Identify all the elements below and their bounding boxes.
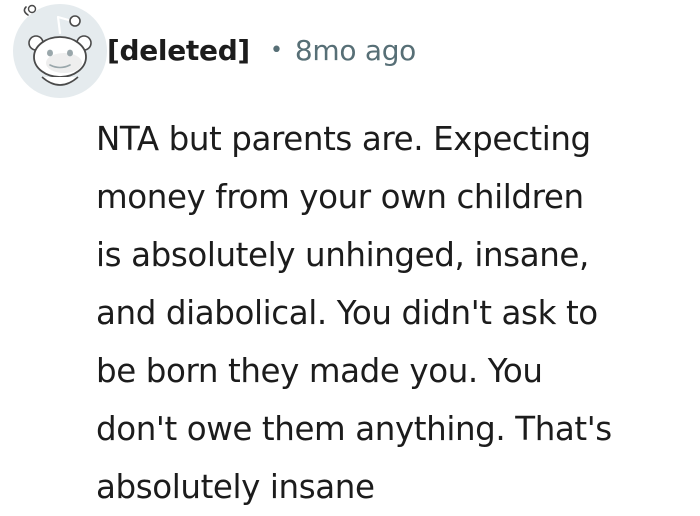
comment-timestamp[interactable]: 8mo ago bbox=[295, 34, 416, 67]
comment: [deleted] • 8mo ago NTA but parents are.… bbox=[0, 0, 700, 513]
reddit-snoo-icon bbox=[13, 4, 107, 98]
comment-body: NTA but parents are. Expecting money fro… bbox=[96, 110, 696, 516]
comment-body-line: don't owe them anything. That's bbox=[96, 410, 612, 448]
avatar[interactable] bbox=[12, 3, 108, 99]
comment-meta: [deleted] • 8mo ago bbox=[107, 28, 416, 72]
comment-body-line: money from your own children bbox=[96, 178, 584, 216]
comment-body-line: absolutely insane bbox=[96, 468, 375, 506]
comment-body-line: is absolutely unhinged, insane, bbox=[96, 236, 589, 274]
comment-body-line: be born they made you. You bbox=[96, 352, 543, 390]
comment-body-line: NTA but parents are. Expecting bbox=[96, 120, 591, 158]
comment-body-line: and diabolical. You didn't ask to bbox=[96, 294, 598, 332]
author-name[interactable]: [deleted] bbox=[107, 34, 250, 67]
meta-separator: • bbox=[269, 37, 283, 63]
